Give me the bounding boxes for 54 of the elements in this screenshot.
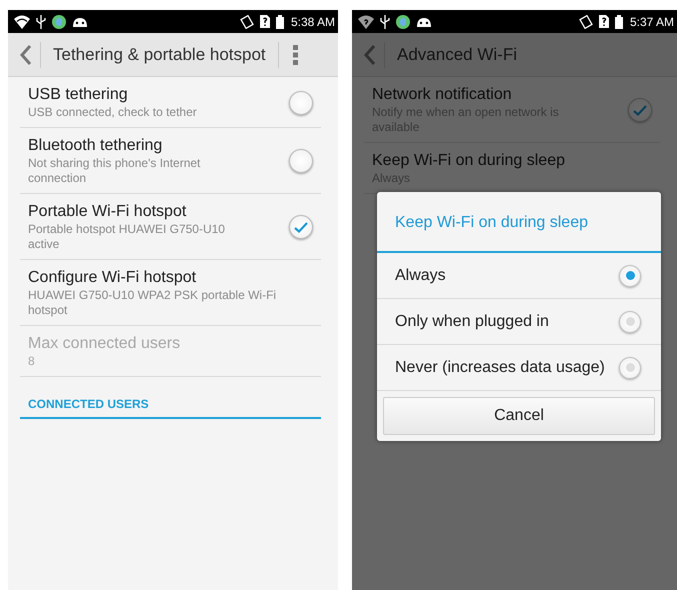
row-title: Keep Wi-Fi on during sleep — [372, 151, 566, 171]
battery-icon — [276, 14, 284, 28]
row-title: Portable Wi-Fi hotspot — [28, 202, 188, 222]
checkbox[interactable] — [289, 215, 313, 239]
row-title: USB tethering — [28, 85, 129, 105]
battery-icon — [614, 14, 623, 28]
radio-option[interactable]: Only when plugged in — [377, 299, 661, 345]
row-title: Max connected users — [28, 334, 182, 354]
checkbox[interactable] — [289, 149, 313, 173]
chevron-left-icon — [20, 44, 32, 64]
settings-row[interactable]: USB tethering USB connected, check to tether — [20, 77, 321, 128]
android-icon — [72, 16, 88, 27]
section-header: CONNECTED USERS — [20, 381, 321, 419]
row-title: Network notification — [372, 85, 513, 105]
checkbox[interactable] — [289, 90, 313, 114]
sim-icon — [260, 15, 270, 28]
app-icon — [396, 14, 410, 28]
option-label: Never (increases data usage) — [395, 358, 605, 376]
status-time: 5:37 AM — [630, 14, 674, 28]
radio-option[interactable]: Never (increases data usage) — [377, 345, 661, 391]
row-summary: Not sharing this phone's Internet connection — [28, 156, 202, 186]
row-summary: 8 — [28, 354, 36, 369]
vibrate-icon — [578, 14, 593, 28]
row-title: Configure Wi-Fi hotspot — [28, 268, 198, 288]
option-label: Only when plugged in — [395, 312, 549, 330]
dialog-title: Keep Wi-Fi on during sleep — [377, 192, 661, 253]
settings-row[interactable]: Configure Wi-Fi hotspot HUAWEI G750-U10 WPA2 PSK portable Wi-Fi hotspot — [20, 260, 321, 326]
wifi-icon — [358, 14, 374, 28]
vibrate-icon — [240, 14, 254, 28]
radio-button[interactable] — [619, 264, 641, 286]
screen-title: Advanced Wi-Fi — [396, 44, 518, 64]
checkbox[interactable] — [628, 98, 652, 122]
android-icon — [416, 16, 432, 27]
row-summary: USB connected, check to tether — [28, 105, 198, 120]
option-label: Always — [395, 266, 446, 284]
cancel-button[interactable]: Cancel — [383, 397, 655, 435]
sim-icon — [598, 15, 609, 28]
radio-button[interactable] — [619, 310, 641, 332]
screen-title: Tethering & portable hotspot — [52, 44, 267, 64]
radio-option[interactable]: Always — [377, 253, 661, 299]
usb-icon — [380, 14, 390, 28]
row-summary: Portable hotspot HUAWEI G750-U10 active — [28, 222, 226, 252]
settings-row[interactable]: Portable Wi-Fi hotspot Portable hotspot HUAWEI G750-U10 active — [20, 194, 321, 260]
usb-icon — [36, 14, 46, 28]
wifi-icon — [14, 14, 30, 28]
radio-button[interactable] — [619, 356, 641, 378]
row-title: Bluetooth tethering — [28, 136, 164, 156]
app-icon — [52, 14, 66, 28]
status-time: 5:38 AM — [290, 14, 335, 28]
chevron-left-icon — [364, 44, 376, 64]
check-icon — [633, 104, 647, 116]
settings-row[interactable]: Bluetooth tethering Not sharing this phone's Internet connection — [20, 128, 321, 194]
row-summary: HUAWEI G750-U10 WPA2 PSK portable Wi-Fi hotspot — [28, 288, 278, 318]
check-icon — [294, 222, 308, 232]
